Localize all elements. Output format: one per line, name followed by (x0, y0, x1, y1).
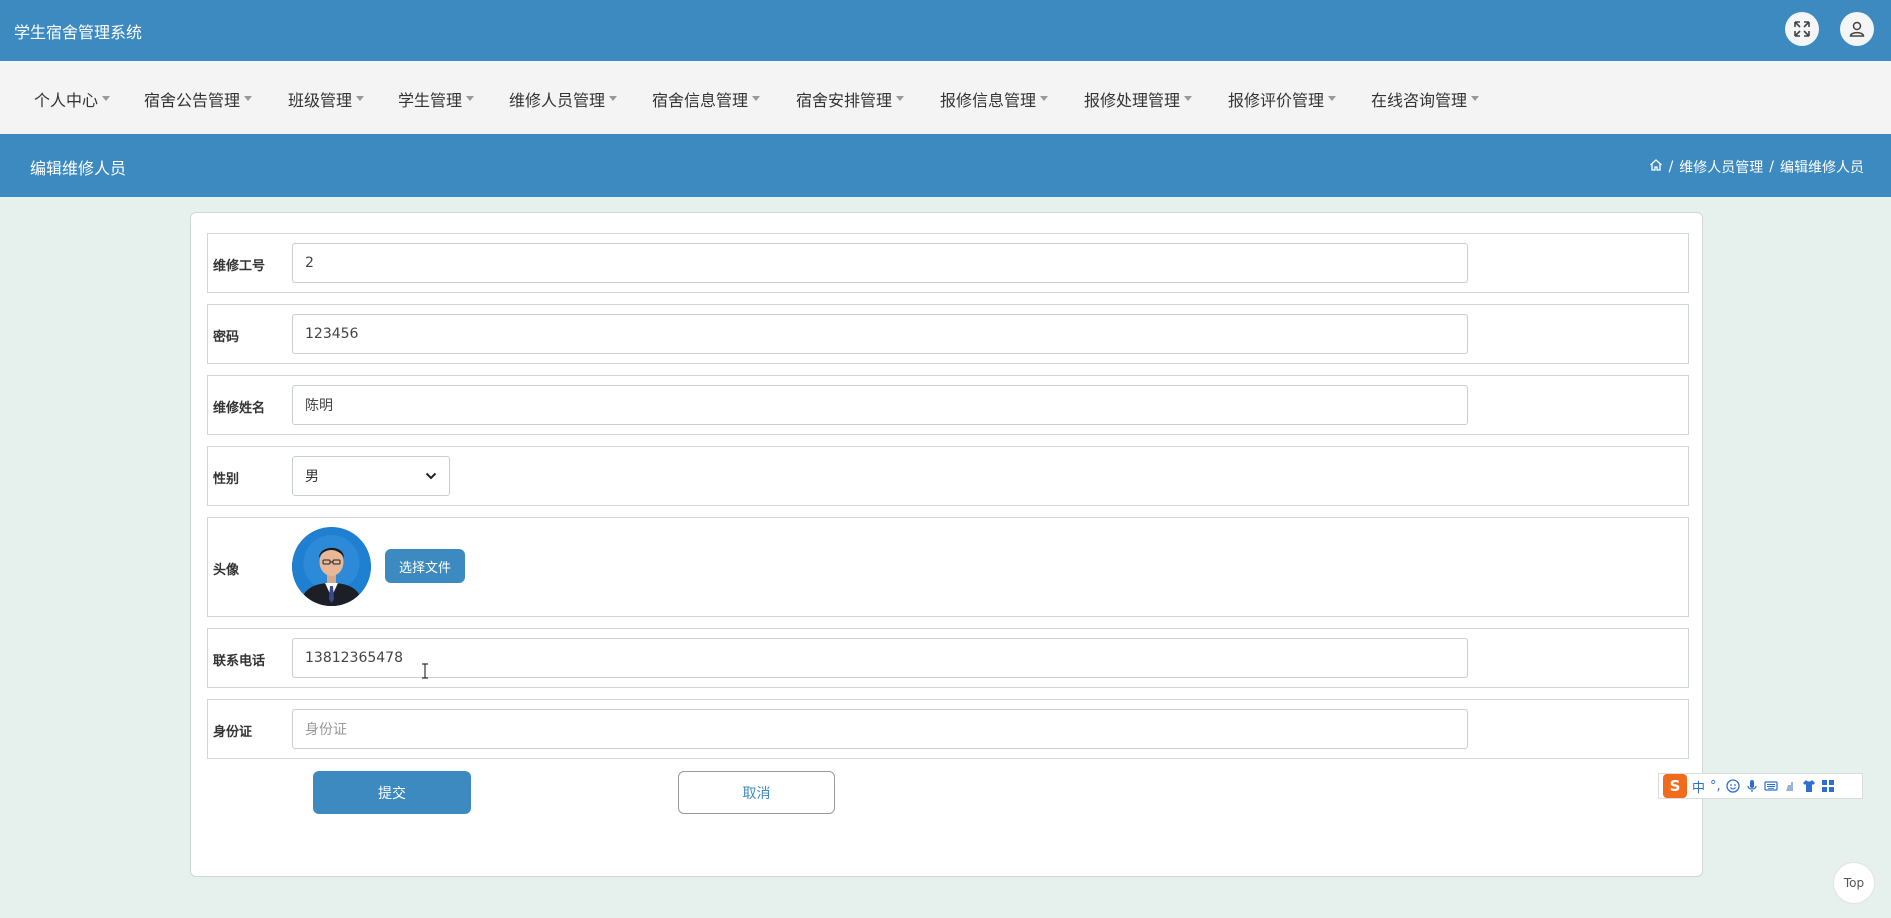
page-header: 编辑维修人员 / 维修人员管理 / 编辑维修人员 (0, 134, 1891, 197)
breadcrumb-current: 编辑维修人员 (1780, 160, 1864, 176)
phone-label: 联系电话 (213, 654, 266, 669)
caret-down-icon (1040, 96, 1049, 101)
phone-input[interactable]: 13812365478 (292, 638, 1468, 678)
cancel-button[interactable]: 取消 (678, 771, 835, 814)
form-row-phone: 联系电话 13812365478 (207, 628, 1689, 688)
form-row-worker-id: 维修工号 2 (207, 233, 1689, 293)
breadcrumb-separator: / (1769, 159, 1774, 175)
top-bar: 学生宿舍管理系统 (0, 0, 1891, 61)
caret-down-icon (466, 96, 475, 101)
breadcrumb: / 维修人员管理 / 编辑维修人员 (1649, 157, 1864, 177)
caret-down-icon (752, 96, 761, 101)
sogou-logo-icon: S (1663, 774, 1687, 798)
chevron-down-icon (425, 468, 437, 484)
nav-item-online-consult[interactable]: 在线咨询管理 (1371, 87, 1480, 111)
nav-item-repair-staff[interactable]: 维修人员管理 (509, 87, 618, 111)
nav-item-announcements[interactable]: 宿舍公告管理 (144, 87, 253, 111)
caret-down-icon (1184, 96, 1193, 101)
back-to-top-button[interactable]: Top (1833, 862, 1875, 904)
text-cursor-icon (421, 663, 429, 679)
skin-shirt-icon[interactable] (1802, 779, 1816, 793)
gender-select[interactable]: 男 (292, 456, 450, 496)
emoji-icon[interactable] (1726, 779, 1740, 793)
caret-down-icon (356, 96, 365, 101)
breadcrumb-section[interactable]: 维修人员管理 (1679, 157, 1763, 177)
keyboard-icon[interactable] (1764, 779, 1778, 793)
nav-item-dorm-arrangement[interactable]: 宿舍安排管理 (796, 87, 905, 111)
handwriting-icon[interactable] (1783, 779, 1797, 793)
avatar-image (292, 527, 371, 606)
password-label: 密码 (213, 330, 240, 345)
avatar-label: 头像 (213, 563, 240, 578)
form-row-avatar: 头像 选择文件 (207, 517, 1689, 617)
nav-item-repair-evaluation[interactable]: 报修评价管理 (1228, 87, 1337, 111)
id-card-label: 身份证 (213, 725, 253, 740)
microphone-icon[interactable] (1745, 779, 1759, 793)
ime-punctuation[interactable]: °, (1710, 779, 1721, 794)
gender-select-value: 男 (305, 469, 319, 485)
caret-down-icon (102, 96, 111, 101)
edit-form-card: 维修工号 2 密码 123456 维修姓名 陈明 性别 男 头像 选择文件 联系… (190, 212, 1703, 877)
id-card-input[interactable]: 身份证 (292, 709, 1468, 749)
form-row-id-card: 身份证 身份证 (207, 699, 1689, 759)
ime-toolbar[interactable]: S 中 °, (1658, 773, 1863, 799)
form-row-name: 维修姓名 陈明 (207, 375, 1689, 435)
worker-id-label: 维修工号 (213, 259, 266, 274)
caret-down-icon (896, 96, 905, 101)
ime-mode[interactable]: 中 (1692, 777, 1705, 796)
form-row-password: 密码 123456 (207, 304, 1689, 364)
choose-file-button[interactable]: 选择文件 (385, 549, 465, 583)
nav-item-repair-handling[interactable]: 报修处理管理 (1084, 87, 1193, 111)
home-icon[interactable] (1649, 158, 1663, 176)
app-title: 学生宿舍管理系统 (14, 23, 143, 42)
user-icon[interactable] (1840, 12, 1874, 46)
breadcrumb-separator: / (1668, 159, 1674, 175)
nav-item-classes[interactable]: 班级管理 (288, 87, 365, 111)
password-input[interactable]: 123456 (292, 314, 1468, 354)
worker-id-input[interactable]: 2 (292, 243, 1468, 283)
caret-down-icon (1471, 96, 1480, 101)
main-nav: 个人中心 宿舍公告管理 班级管理 学生管理 维修人员管理 宿舍信息管理 宿舍安排… (0, 61, 1891, 134)
caret-down-icon (244, 96, 253, 101)
form-row-gender: 性别 男 (207, 446, 1689, 506)
caret-down-icon (609, 96, 618, 101)
page-title: 编辑维修人员 (30, 159, 127, 178)
name-input[interactable]: 陈明 (292, 385, 1468, 425)
caret-down-icon (1328, 96, 1337, 101)
nav-item-students[interactable]: 学生管理 (398, 87, 475, 111)
fullscreen-icon[interactable] (1785, 12, 1819, 46)
nav-item-personal-center[interactable]: 个人中心 (34, 87, 111, 111)
gender-label: 性别 (213, 472, 240, 487)
name-label: 维修姓名 (213, 401, 266, 416)
nav-item-repair-info[interactable]: 报修信息管理 (940, 87, 1049, 111)
submit-button[interactable]: 提交 (313, 771, 471, 814)
toolbox-grid-icon[interactable] (1821, 779, 1835, 793)
nav-item-dorm-info[interactable]: 宿舍信息管理 (652, 87, 761, 111)
